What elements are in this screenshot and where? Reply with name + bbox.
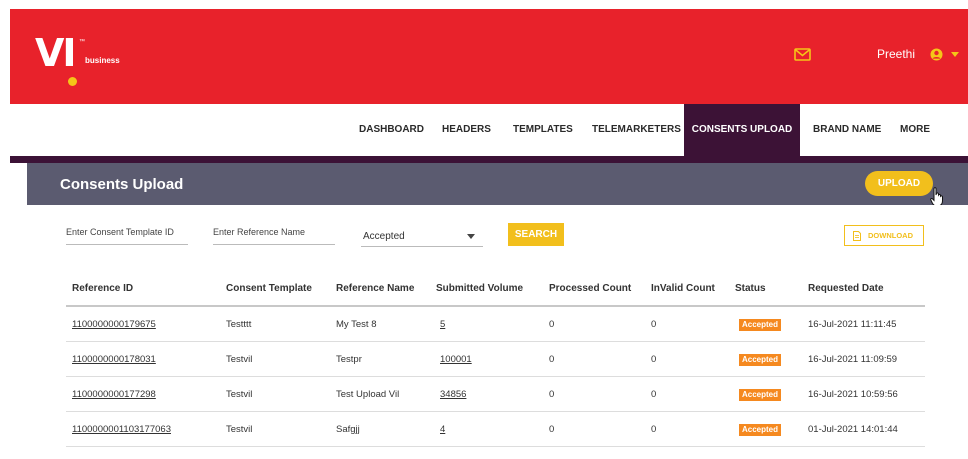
search-button[interactable]: SEARCH <box>508 223 564 246</box>
nav-telemarketers[interactable]: TELEMARKETERS <box>592 104 681 156</box>
column-header-reference-id[interactable]: Reference ID <box>72 283 133 294</box>
reference-name-cell: Test Upload Vil <box>336 389 400 400</box>
requested-date-cell: 16-Jul-2021 11:11:45 <box>808 319 897 330</box>
upload-button[interactable]: UPLOAD <box>865 171 933 196</box>
consent-template-id-input[interactable] <box>66 227 188 237</box>
reference-name-field[interactable] <box>213 225 335 245</box>
consent-template-cell: Testvil <box>226 389 253 400</box>
invalid-count-cell: 0 <box>651 354 657 365</box>
submitted-volume-link[interactable]: 100001 <box>440 354 472 365</box>
reference-name-cell: Testpr <box>336 354 362 365</box>
status-badge: Accepted <box>739 424 782 436</box>
status-select-value: Accepted <box>363 231 405 242</box>
reference-name-cell: Safgjj <box>336 424 360 435</box>
column-header-reference-name[interactable]: Reference Name <box>336 283 414 294</box>
submitted-volume-link[interactable]: 5 <box>440 319 445 330</box>
logo-mark: VI <box>35 31 77 75</box>
table-row: 1100000000178031 Testvil Testpr 100001 0… <box>66 342 925 377</box>
logo-trademark: ™ <box>79 39 85 45</box>
download-button[interactable]: DOWNLOAD <box>844 225 924 246</box>
download-label: DOWNLOAD <box>868 231 913 240</box>
submitted-volume-link[interactable]: 4 <box>440 424 445 435</box>
consent-template-cell: Testttt <box>226 319 252 330</box>
status-badge: Accepted <box>739 354 782 366</box>
page-title: Consents Upload <box>60 176 184 193</box>
table-row: 1100000000179675 Testttt My Test 8 5 0 0… <box>66 307 925 342</box>
processed-count-cell: 0 <box>549 354 555 365</box>
main-nav: DASHBOARD HEADERS TEMPLATES TELEMARKETER… <box>10 104 968 156</box>
status-badge: Accepted <box>739 319 782 331</box>
consent-template-id-field[interactable] <box>66 225 188 245</box>
reference-id-link[interactable]: 1100000000179675 <box>72 319 156 330</box>
nav-underline-bar <box>10 156 968 163</box>
column-header-processed-count[interactable]: Processed Count <box>549 283 631 294</box>
consent-template-cell: Testvil <box>226 354 253 365</box>
mail-icon[interactable] <box>794 48 811 61</box>
chevron-down-icon <box>467 234 475 239</box>
column-header-submitted-volume[interactable]: Submitted Volume <box>436 283 523 294</box>
requested-date-cell: 01-Jul-2021 14:01:44 <box>808 424 898 435</box>
column-header-consent-template[interactable]: Consent Template <box>226 283 312 294</box>
user-circle-icon[interactable] <box>930 48 943 61</box>
table-row: 1100000001103177063 Testvil Safgjj 4 0 0… <box>66 412 925 447</box>
top-header: VI ™ business Preethi <box>10 9 968 104</box>
column-header-status[interactable]: Status <box>735 283 766 294</box>
invalid-count-cell: 0 <box>651 319 657 330</box>
reference-id-link[interactable]: 1100000000178031 <box>72 354 156 365</box>
page-header-band: Consents Upload UPLOAD <box>27 163 968 207</box>
chevron-down-icon[interactable] <box>951 52 959 57</box>
reference-name-cell: My Test 8 <box>336 319 377 330</box>
reference-name-input[interactable] <box>213 227 335 237</box>
nav-headers[interactable]: HEADERS <box>442 104 491 156</box>
invalid-count-cell: 0 <box>651 424 657 435</box>
nav-consents-upload[interactable]: CONSENTS UPLOAD <box>684 104 800 156</box>
nav-brand-name[interactable]: BRAND NAME <box>813 104 881 156</box>
processed-count-cell: 0 <box>549 389 555 400</box>
requested-date-cell: 16-Jul-2021 10:59:56 <box>808 389 898 400</box>
table-row: 1100000000177298 Testvil Test Upload Vil… <box>66 377 925 412</box>
content-panel: Accepted SEARCH DOWNLOAD Reference ID Co… <box>27 205 968 459</box>
logo-dot <box>68 77 77 86</box>
column-header-invalid-count[interactable]: InValid Count <box>651 283 715 294</box>
user-name[interactable]: Preethi <box>877 47 915 61</box>
hand-cursor-icon <box>930 187 943 207</box>
document-icon <box>853 231 861 241</box>
column-header-requested-date[interactable]: Requested Date <box>808 283 884 294</box>
nav-templates[interactable]: TEMPLATES <box>513 104 573 156</box>
consent-template-cell: Testvil <box>226 424 253 435</box>
processed-count-cell: 0 <box>549 424 555 435</box>
app-root: VI ™ business Preethi DASHBOARD HEADERS … <box>0 0 968 459</box>
invalid-count-cell: 0 <box>651 389 657 400</box>
reference-id-link[interactable]: 1100000001103177063 <box>72 424 171 435</box>
submitted-volume-link[interactable]: 34856 <box>440 389 466 400</box>
reference-id-link[interactable]: 1100000000177298 <box>72 389 156 400</box>
status-select[interactable]: Accepted <box>361 228 483 247</box>
logo-subtitle: business <box>85 56 120 65</box>
nav-dashboard[interactable]: DASHBOARD <box>359 104 424 156</box>
requested-date-cell: 16-Jul-2021 11:09:59 <box>808 354 898 365</box>
status-badge: Accepted <box>739 389 782 401</box>
nav-more[interactable]: MORE <box>900 104 930 156</box>
vi-business-logo[interactable]: VI ™ business <box>35 33 125 87</box>
processed-count-cell: 0 <box>549 319 555 330</box>
